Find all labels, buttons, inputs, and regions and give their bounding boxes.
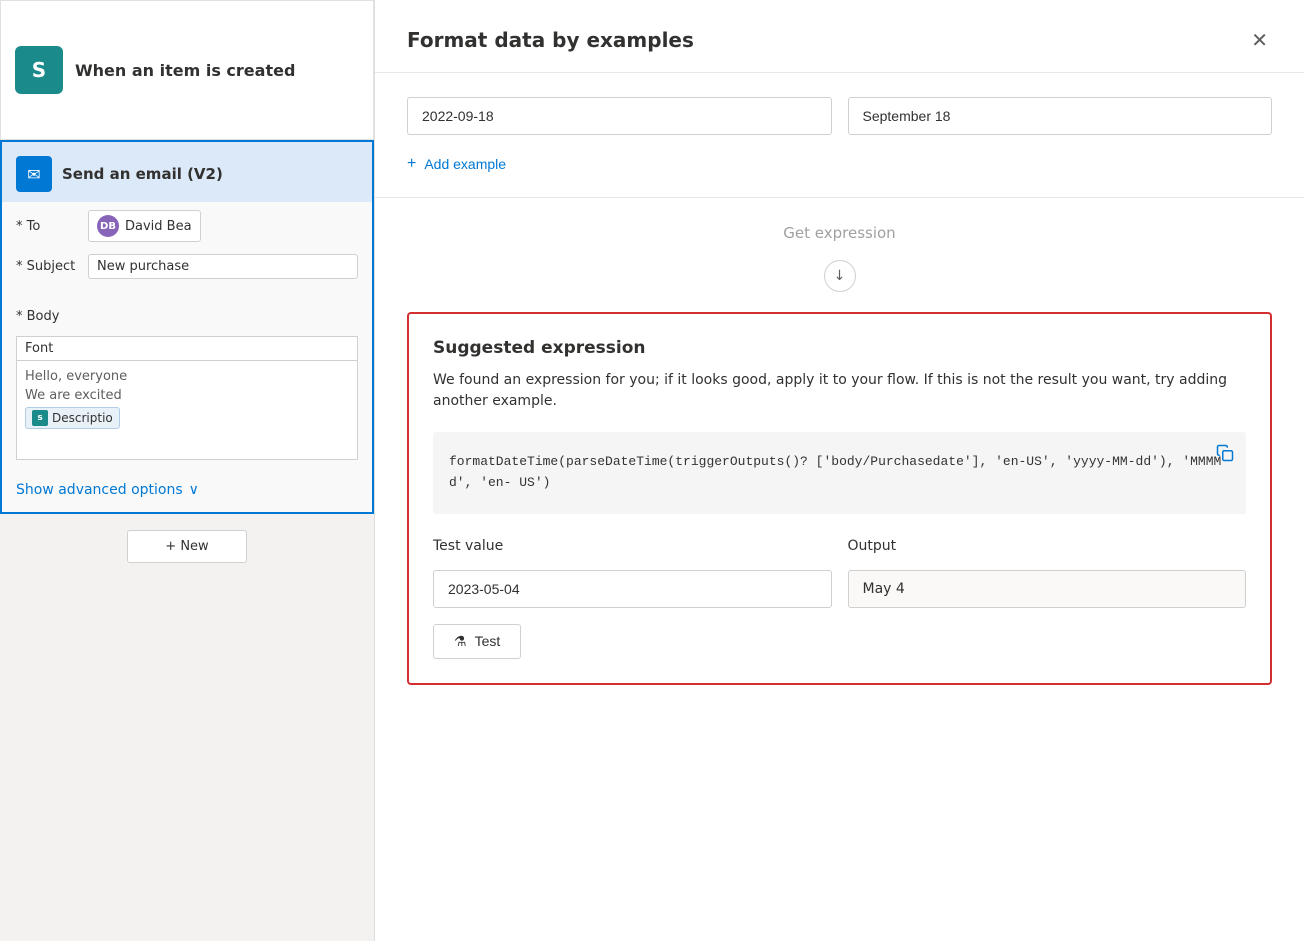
body-text-area[interactable]: Hello, everyone We are excited s Descrip… bbox=[16, 360, 358, 460]
test-inputs-row: May 4 bbox=[433, 570, 1246, 608]
body-label: * Body bbox=[16, 309, 80, 324]
arrow-down-circle: ↓ bbox=[824, 260, 856, 292]
trigger-title: When an item is created bbox=[75, 61, 295, 80]
desc-icon-letter: s bbox=[37, 413, 42, 423]
modal-panel: Format data by examples ✕ + Add example … bbox=[374, 0, 1304, 941]
test-output-display: May 4 bbox=[848, 570, 1247, 608]
body-excited: We are excited bbox=[25, 388, 349, 403]
body-hello: Hello, everyone bbox=[25, 369, 349, 384]
to-name: David Bea bbox=[125, 219, 192, 234]
description-chip: s Descriptio bbox=[25, 407, 120, 429]
test-value-input[interactable] bbox=[433, 570, 832, 608]
add-example-label: Add example bbox=[424, 156, 506, 172]
trigger-block: S When an item is created bbox=[0, 0, 374, 140]
body-field-row: * Body bbox=[16, 309, 358, 324]
example-output-field[interactable] bbox=[848, 97, 1273, 135]
flask-icon: ⚗ bbox=[454, 633, 467, 650]
subject-field-row: * Subject New purchase bbox=[16, 254, 358, 279]
divider-top bbox=[375, 197, 1304, 198]
add-example-button[interactable]: + Add example bbox=[407, 151, 506, 177]
get-expression-button[interactable]: Get expression bbox=[407, 214, 1272, 252]
modal-title: Format data by examples bbox=[407, 28, 694, 52]
avatar-initials: DB bbox=[100, 221, 116, 232]
to-value-chip[interactable]: DB David Bea bbox=[88, 210, 201, 242]
close-button[interactable]: ✕ bbox=[1247, 24, 1272, 56]
suggested-title: Suggested expression bbox=[433, 338, 1246, 358]
email-block: ✉ Send an email (V2) * To DB David Bea *… bbox=[0, 140, 374, 514]
new-step-button[interactable]: + New bbox=[127, 530, 247, 563]
subject-label: * Subject bbox=[16, 259, 80, 274]
suggested-expression-box: Suggested expression We found an express… bbox=[407, 312, 1272, 685]
example-input-field[interactable] bbox=[407, 97, 832, 135]
email-icon-inner: ✉ bbox=[27, 165, 40, 184]
to-label: * To bbox=[16, 219, 80, 234]
test-value-label: Test value bbox=[433, 538, 832, 554]
left-panel: S When an item is created ✉ Send an emai… bbox=[0, 0, 374, 941]
copy-button[interactable] bbox=[1216, 444, 1234, 472]
example-row bbox=[407, 97, 1272, 135]
output-label: Output bbox=[848, 538, 1247, 554]
email-block-header: ✉ Send an email (V2) bbox=[2, 142, 372, 202]
arrow-down-icon: ↓ bbox=[834, 268, 846, 284]
show-advanced-label: Show advanced options bbox=[16, 482, 183, 498]
form-fields: * To DB David Bea * Subject New purchase bbox=[2, 202, 372, 305]
avatar: DB bbox=[97, 215, 119, 237]
subject-value: New purchase bbox=[97, 259, 189, 274]
suggested-description: We found an expression for you; if it lo… bbox=[433, 370, 1246, 412]
test-labels-row: Test value Output bbox=[433, 538, 1246, 554]
email-block-title: Send an email (V2) bbox=[62, 165, 223, 183]
desc-icon: s bbox=[32, 410, 48, 426]
modal-header: Format data by examples ✕ bbox=[375, 0, 1304, 73]
show-advanced-options[interactable]: Show advanced options ∨ bbox=[2, 468, 372, 512]
chevron-down-icon: ∨ bbox=[189, 482, 199, 498]
body-toolbar: Font bbox=[16, 336, 358, 360]
new-step-label: + New bbox=[165, 539, 208, 554]
code-text: formatDateTime(parseDateTime(triggerOutp… bbox=[449, 454, 1221, 490]
trigger-icon-letter: S bbox=[32, 58, 46, 82]
desc-text: Descriptio bbox=[52, 411, 113, 425]
test-section: Test value Output May 4 ⚗ Test bbox=[433, 538, 1246, 659]
font-label: Font bbox=[25, 341, 53, 356]
code-block: formatDateTime(parseDateTime(triggerOutp… bbox=[433, 432, 1246, 514]
modal-body: + Add example Get expression ↓ Suggested… bbox=[375, 73, 1304, 941]
get-expression-label: Get expression bbox=[783, 224, 895, 242]
body-section: * Body Font Hello, everyone We are excit… bbox=[2, 305, 372, 468]
subject-input[interactable]: New purchase bbox=[88, 254, 358, 279]
test-btn-label: Test bbox=[475, 633, 501, 649]
trigger-icon: S bbox=[15, 46, 63, 94]
to-field-row: * To DB David Bea bbox=[16, 210, 358, 242]
plus-icon: + bbox=[407, 155, 416, 173]
email-icon: ✉ bbox=[16, 156, 52, 192]
test-button[interactable]: ⚗ Test bbox=[433, 624, 521, 659]
